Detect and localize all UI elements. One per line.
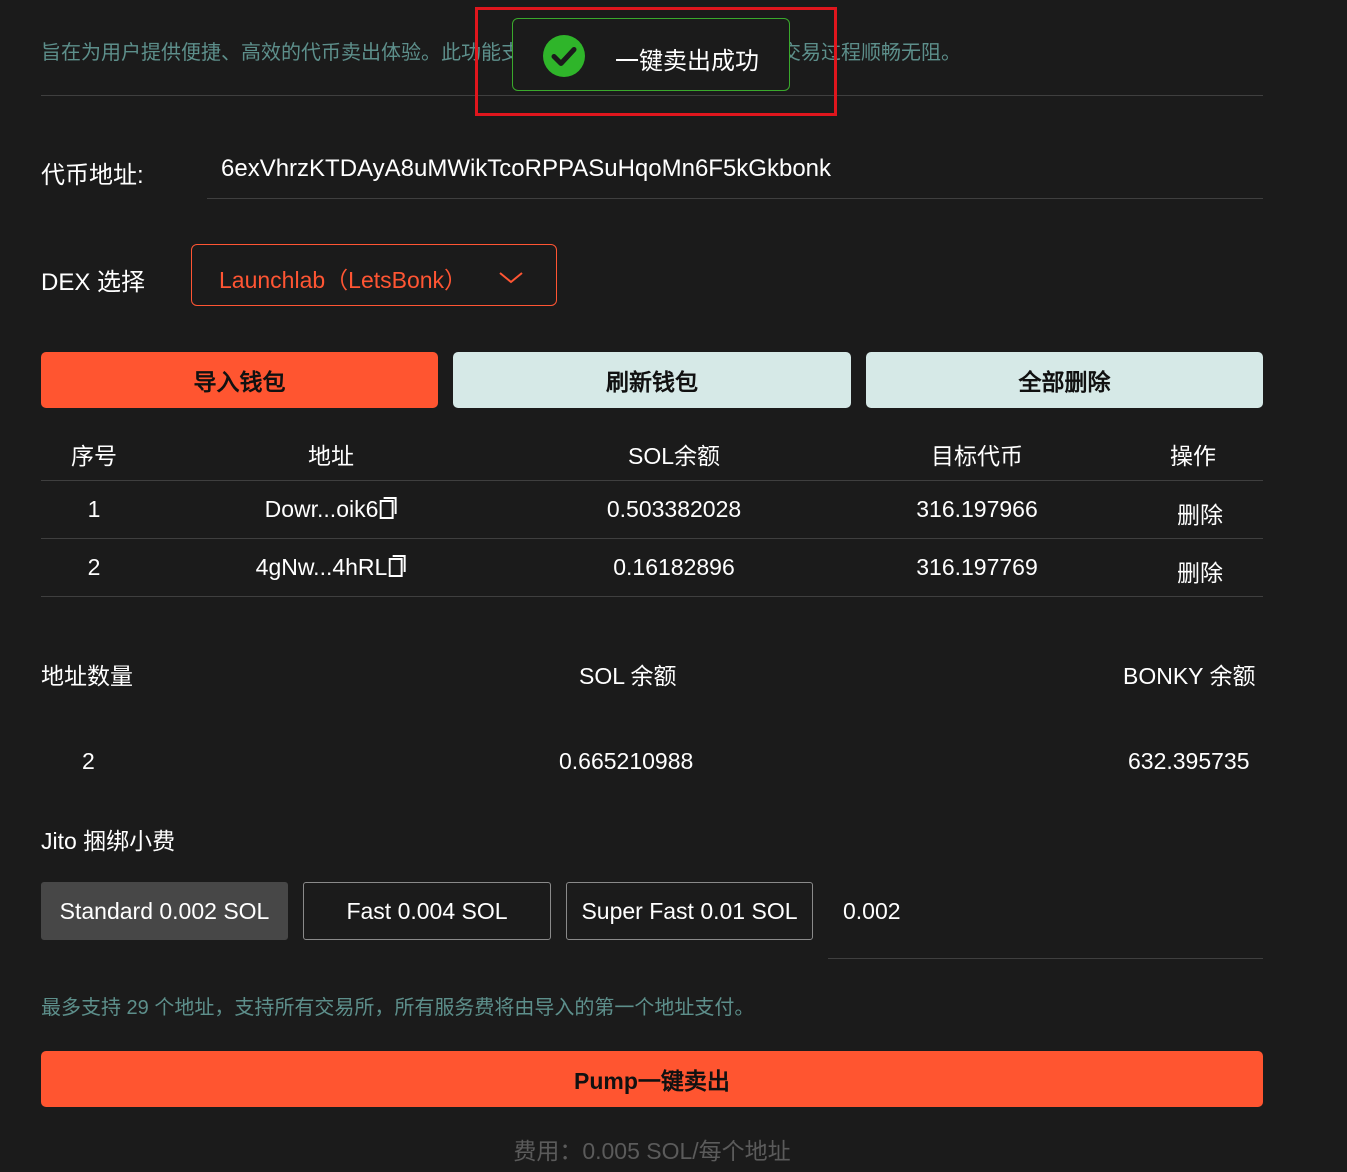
row-sol-balance: 0.16182896 xyxy=(613,554,735,580)
check-circle-icon xyxy=(543,35,585,77)
success-toast: 一键卖出成功 xyxy=(512,18,790,91)
address-count-value: 2 xyxy=(82,748,95,774)
limit-note: 最多支持 29 个地址，支持所有交易所，所有服务费将由导入的第一个地址支付。 xyxy=(41,997,755,1019)
chevron-down-icon xyxy=(498,265,524,292)
address-text: 4gNw...4hRL xyxy=(255,554,388,580)
header-action: 操作 xyxy=(1170,443,1216,469)
tip-option-fast[interactable]: Fast 0.004 SOL xyxy=(303,882,551,940)
table-divider xyxy=(41,480,1263,481)
token-address-label: 代币地址: xyxy=(41,162,144,189)
delete-row-button[interactable]: 删除 xyxy=(1177,496,1223,530)
jito-tip-label: Jito 捆绑小费 xyxy=(41,828,176,854)
tip-option-standard[interactable]: Standard 0.002 SOL xyxy=(41,882,288,940)
tip-option-super-fast[interactable]: Super Fast 0.01 SOL xyxy=(566,882,813,940)
copy-icon[interactable] xyxy=(379,496,397,526)
header-sol: SOL余额 xyxy=(627,443,721,469)
service-fee-text: 费用：0.005 SOL/每个地址 xyxy=(513,1138,791,1164)
dex-label: DEX 选择 xyxy=(41,269,146,296)
dex-select[interactable]: Launchlab（LetsBonk） xyxy=(191,244,557,306)
row-target-balance: 316.197966 xyxy=(916,496,1038,522)
custom-tip-input[interactable]: 0.002 xyxy=(843,898,901,925)
dex-selected-value: Launchlab（LetsBonk） xyxy=(219,267,468,293)
address-count-label: 地址数量 xyxy=(41,663,133,689)
row-address: Dowr...oik6 xyxy=(265,496,398,526)
sol-total-value: 0.665210988 xyxy=(559,748,694,774)
copy-icon[interactable] xyxy=(388,554,406,584)
toast-message: 一键卖出成功 xyxy=(615,48,759,75)
refresh-wallet-button[interactable]: 刷新钱包 xyxy=(453,352,851,408)
token-address-input[interactable]: 6exVhrzKTDAyA8uMWikTcoRPPASuHqoMn6F5kGkb… xyxy=(221,155,831,183)
token-total-value: 632.395735 xyxy=(1128,748,1250,774)
delete-row-button[interactable]: 删除 xyxy=(1177,554,1223,588)
address-text: Dowr...oik6 xyxy=(264,496,379,522)
custom-tip-underline xyxy=(828,958,1263,959)
row-target-balance: 316.197769 xyxy=(916,554,1038,580)
import-wallet-button[interactable]: 导入钱包 xyxy=(41,352,438,408)
delete-all-button[interactable]: 全部删除 xyxy=(866,352,1263,408)
header-index: 序号 xyxy=(71,443,117,469)
header-target: 目标代币 xyxy=(931,443,1023,469)
sol-total-label: SOL 余额 xyxy=(579,663,677,689)
row-sol-balance: 0.503382028 xyxy=(606,496,742,522)
row-address: 4gNw...4hRL xyxy=(256,554,407,584)
header-address: 地址 xyxy=(308,443,354,469)
token-address-underline xyxy=(207,198,1263,199)
row-index: 1 xyxy=(87,496,101,522)
token-total-label: BONKY 余额 xyxy=(1123,663,1256,689)
row-index: 2 xyxy=(87,554,101,580)
table-divider xyxy=(41,596,1263,597)
table-divider xyxy=(41,538,1263,539)
sell-all-button[interactable]: Pump一键卖出 xyxy=(41,1051,1263,1107)
